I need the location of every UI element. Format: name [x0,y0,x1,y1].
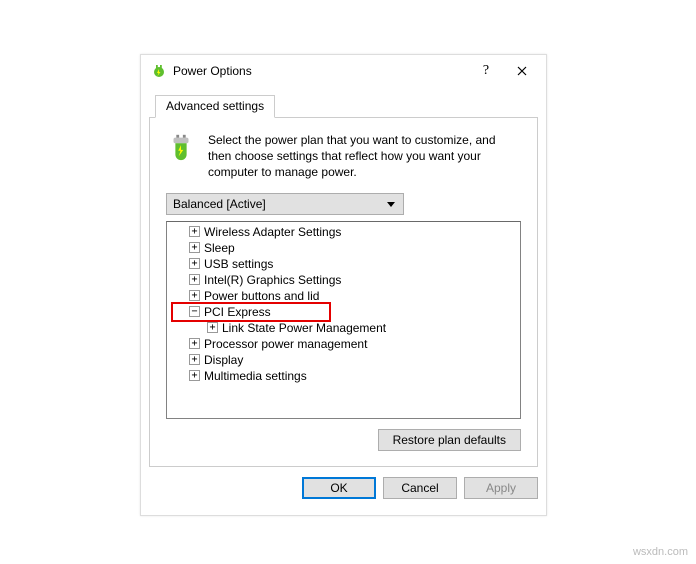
tree-item-link-state[interactable]: + Link State Power Management [167,320,520,336]
power-options-dialog: Power Options ? Advanced settings Select… [140,54,547,516]
tree-label: Power buttons and lid [204,289,319,303]
ok-button[interactable]: OK [302,477,376,499]
expand-icon[interactable]: + [189,338,200,349]
tree-item-sleep[interactable]: + Sleep [167,240,520,256]
client-area: Advanced settings Select the power plan … [149,95,538,507]
watermark: wsxdn.com [633,546,688,558]
restore-row: Restore plan defaults [166,429,521,451]
tree-label: Sleep [204,241,235,255]
tree-item-processor[interactable]: + Processor power management [167,336,520,352]
settings-tree[interactable]: + Wireless Adapter Settings + Sleep + US… [166,221,521,419]
tree-item-wireless[interactable]: + Wireless Adapter Settings [167,224,520,240]
expand-icon[interactable]: + [189,226,200,237]
tree-item-usb[interactable]: + USB settings [167,256,520,272]
tree-item-display[interactable]: + Display [167,352,520,368]
power-plan-select[interactable]: Balanced [Active] [166,193,404,215]
description-row: Select the power plan that you want to c… [166,132,521,181]
collapse-icon[interactable]: − [189,306,200,317]
tree-label: USB settings [204,257,273,271]
help-button[interactable]: ? [470,57,502,85]
expand-icon[interactable]: + [189,258,200,269]
restore-defaults-button[interactable]: Restore plan defaults [378,429,521,451]
tree-label: Intel(R) Graphics Settings [204,273,341,287]
expand-icon[interactable]: + [189,290,200,301]
tree-label: Display [204,353,243,367]
expand-icon[interactable]: + [189,274,200,285]
expand-icon[interactable]: + [207,322,218,333]
apply-button[interactable]: Apply [464,477,538,499]
expand-icon[interactable]: + [189,242,200,253]
cancel-button[interactable]: Cancel [383,477,457,499]
close-button[interactable] [502,57,542,85]
dialog-title: Power Options [173,64,470,78]
tree-item-intel-graphics[interactable]: + Intel(R) Graphics Settings [167,272,520,288]
tab-panel: Select the power plan that you want to c… [149,117,538,467]
dialog-buttons: OK Cancel Apply [302,477,538,499]
tree-label: PCI Express [204,305,271,319]
battery-icon [166,132,196,162]
power-plan-value: Balanced [Active] [173,197,266,211]
titlebar: Power Options ? [141,55,546,87]
power-icon [151,63,167,79]
tree-label: Wireless Adapter Settings [204,225,341,239]
tree-item-multimedia[interactable]: + Multimedia settings [167,368,520,384]
tab-advanced-settings[interactable]: Advanced settings [155,95,275,118]
tree-label: Link State Power Management [222,321,386,335]
tree-item-pci-express[interactable]: − PCI Express [167,304,520,320]
tree-item-power-buttons[interactable]: + Power buttons and lid [167,288,520,304]
expand-icon[interactable]: + [189,354,200,365]
expand-icon[interactable]: + [189,370,200,381]
tree-label: Multimedia settings [204,369,307,383]
description-text: Select the power plan that you want to c… [208,132,521,181]
tree-label: Processor power management [204,337,367,351]
